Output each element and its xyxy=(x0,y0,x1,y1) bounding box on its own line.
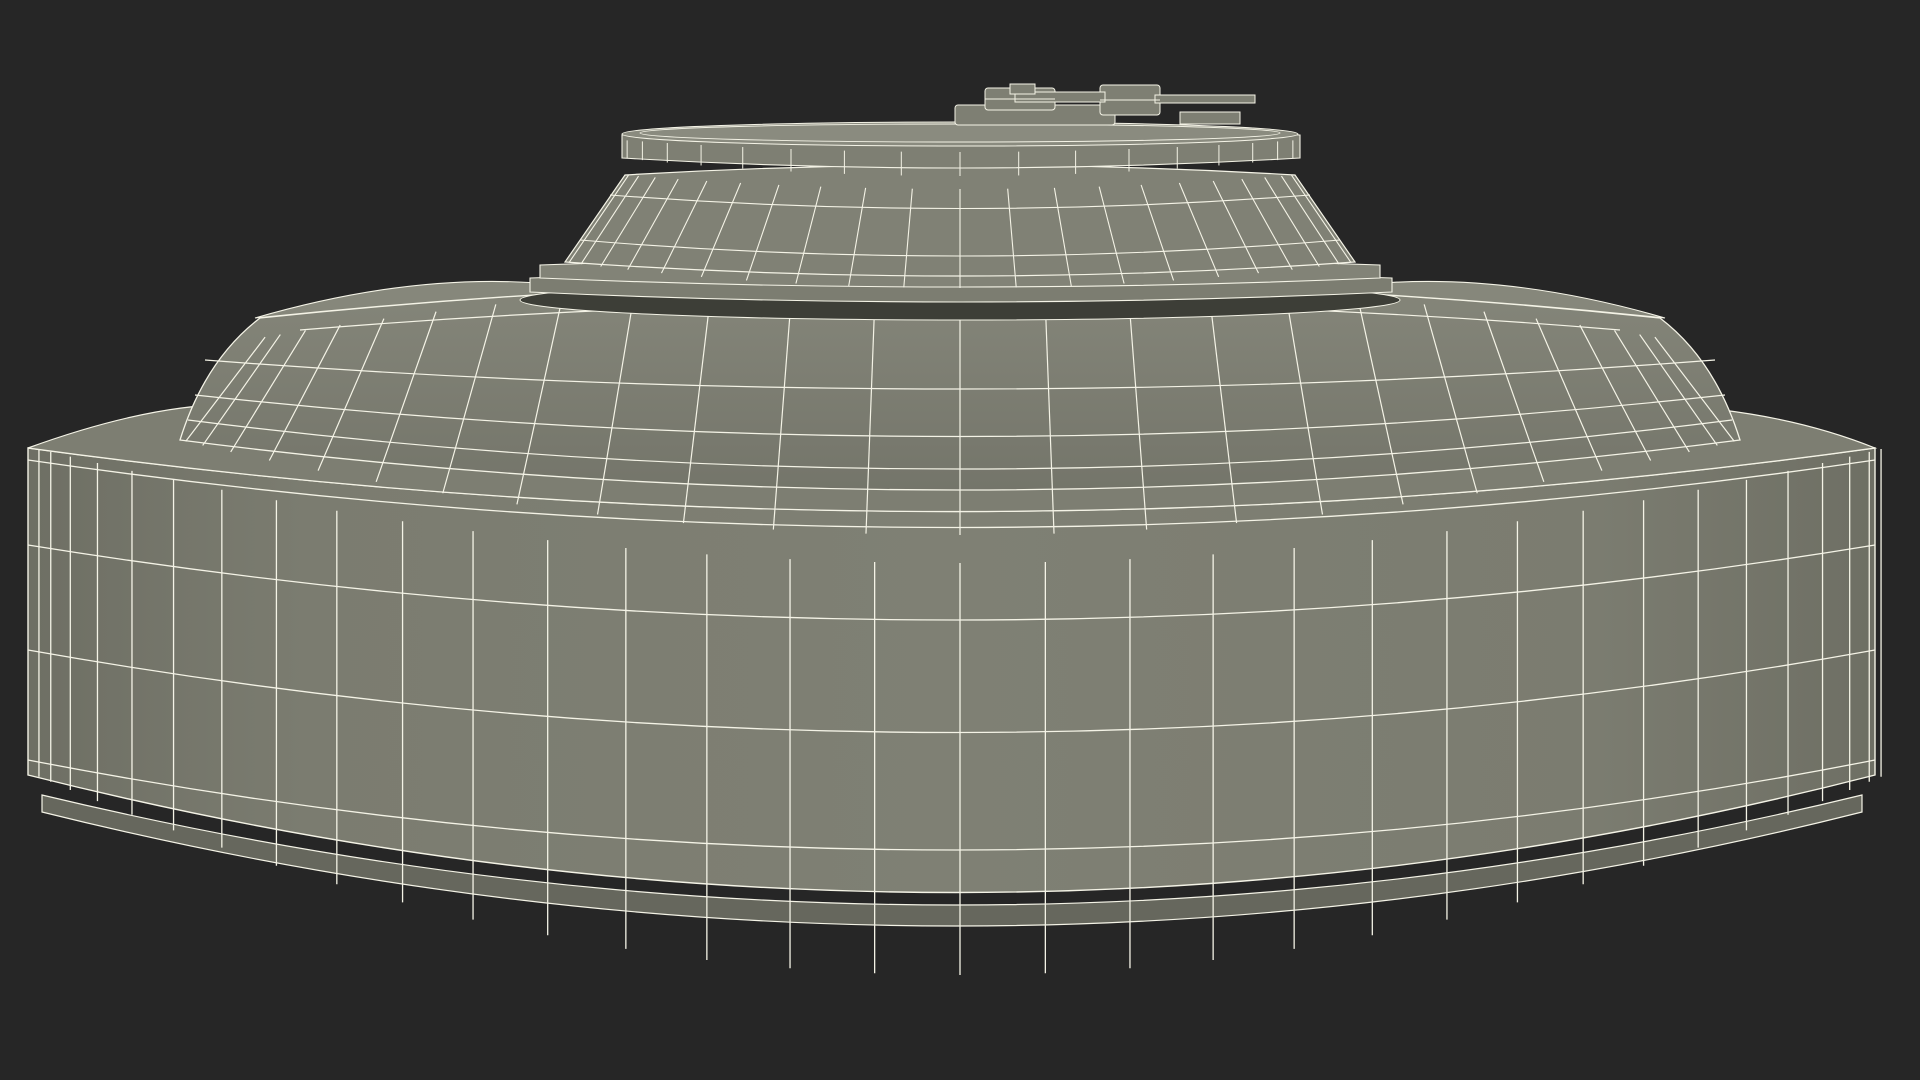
wireframe-model xyxy=(27,83,1882,975)
top-cap xyxy=(621,121,1301,169)
render-viewport xyxy=(0,0,1920,1080)
fuze-mechanism xyxy=(954,83,1256,126)
